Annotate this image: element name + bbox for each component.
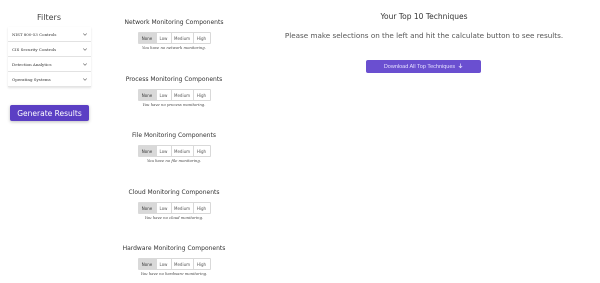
filter-item-detection-analytics[interactable]: Detection Analytics	[8, 57, 91, 72]
filter-item-nist[interactable]: NIST 800-53 Controls	[8, 27, 91, 42]
level-medium-button[interactable]: Medium	[171, 203, 194, 213]
level-low-button[interactable]: Low	[156, 259, 172, 269]
section-title: File Monitoring Components	[132, 132, 216, 139]
level-medium-button[interactable]: Medium	[171, 146, 194, 156]
filters-title: Filters	[37, 13, 61, 22]
section-note: You have no file monitoring.	[146, 158, 202, 163]
section-title: Cloud Monitoring Components	[128, 189, 220, 196]
filter-list: NIST 800-53 Controls CIS Security Contro…	[8, 27, 91, 87]
level-low-button[interactable]: Low	[156, 203, 172, 213]
level-medium-button[interactable]: Medium	[171, 259, 194, 269]
results-title: Your Top 10 Techniques	[380, 12, 468, 21]
filter-item-label: CIS Security Controls	[12, 46, 57, 52]
section-note: You have no network monitoring.	[142, 45, 206, 50]
level-low-button[interactable]: Low	[156, 90, 172, 100]
hardware-monitoring-section: Hardware Monitoring Components None Low …	[115, 245, 233, 276]
filter-item-label: Operating Systems	[12, 76, 51, 82]
file-monitoring-section: File Monitoring Components None Low Medi…	[115, 132, 233, 163]
section-title: Network Monitoring Components	[124, 19, 224, 26]
level-high-button[interactable]: High	[193, 203, 210, 213]
filter-item-label: Detection Analytics	[12, 61, 52, 67]
level-none-button[interactable]: None	[138, 90, 157, 100]
level-low-button[interactable]: Low	[156, 33, 172, 43]
level-high-button[interactable]: High	[193, 259, 210, 269]
level-low-button[interactable]: Low	[156, 146, 172, 156]
level-medium-button[interactable]: Medium	[171, 90, 194, 100]
section-note: You have no process monitoring.	[142, 102, 206, 107]
download-arrow-icon	[458, 63, 463, 71]
filter-item-cis[interactable]: CIS Security Controls	[8, 42, 91, 57]
level-selector: None Low Medium High	[137, 258, 211, 270]
filter-item-label: NIST 800-53 Controls	[12, 31, 57, 37]
level-none-button[interactable]: None	[138, 33, 157, 43]
level-high-button[interactable]: High	[193, 146, 210, 156]
level-none-button[interactable]: None	[138, 203, 157, 213]
level-medium-button[interactable]: Medium	[171, 33, 194, 43]
level-selector: None Low Medium High	[137, 202, 211, 214]
section-note: You have no cloud monitoring.	[144, 215, 204, 220]
chevron-down-icon	[83, 32, 87, 36]
chevron-down-icon	[83, 47, 87, 51]
cloud-monitoring-section: Cloud Monitoring Components None Low Med…	[115, 189, 233, 220]
level-selector: None Low Medium High	[137, 145, 211, 157]
filter-item-operating-systems[interactable]: Operating Systems	[8, 72, 91, 87]
level-selector: None Low Medium High	[137, 32, 211, 44]
level-selector: None Low Medium High	[137, 89, 211, 101]
process-monitoring-section: Process Monitoring Components None Low M…	[115, 76, 233, 107]
level-high-button[interactable]: High	[193, 90, 210, 100]
chevron-down-icon	[83, 62, 87, 66]
network-monitoring-section: Network Monitoring Components None Low M…	[115, 19, 233, 50]
level-high-button[interactable]: High	[193, 33, 210, 43]
download-button-label: Download All Top Techniques	[383, 63, 456, 70]
level-none-button[interactable]: None	[138, 146, 157, 156]
generate-results-button[interactable]: Generate Results	[10, 105, 89, 121]
level-none-button[interactable]: None	[138, 259, 157, 269]
section-title: Process Monitoring Components	[125, 76, 223, 83]
section-title: Hardware Monitoring Components	[122, 245, 226, 252]
chevron-down-icon	[83, 77, 87, 81]
results-message: Please make selections on the left and h…	[284, 31, 564, 40]
download-all-button[interactable]: Download All Top Techniques	[366, 60, 481, 73]
section-note: You have no hardware monitoring.	[140, 271, 208, 276]
